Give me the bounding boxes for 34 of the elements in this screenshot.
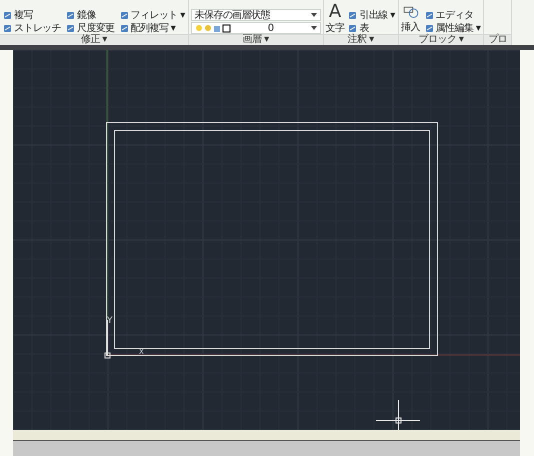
- caret-icon: [310, 13, 317, 17]
- layer-dropdown[interactable]: 0: [190, 22, 321, 34]
- ribbon-tool[interactable]: 複写: [2, 9, 62, 21]
- ribbon-tool[interactable]: 尺度変更: [65, 22, 116, 34]
- ribbon-tool[interactable]: 表: [347, 22, 396, 34]
- panel-title[interactable]: 画層 ▾: [188, 34, 323, 45]
- tool-icon: [120, 24, 129, 32]
- panel-title[interactable]: プロ: [484, 34, 512, 45]
- ribbon-tool[interactable]: 引出線 ▾: [347, 9, 396, 21]
- ribbon-tool[interactable]: 属性編集 ▾: [424, 22, 482, 34]
- crosshair-cursor: [376, 400, 420, 430]
- tool-icon: [120, 10, 129, 20]
- caret-icon: [310, 26, 317, 30]
- ribbon-tool[interactable]: 配列複写 ▾: [118, 22, 186, 34]
- tool-icon: [66, 24, 76, 32]
- ribbon-tool[interactable]: エディタ: [424, 9, 482, 21]
- ribbon-tool[interactable]: ストレッチ: [2, 22, 62, 34]
- tool-icon: [66, 10, 76, 20]
- panel-title[interactable]: 注釈 ▾: [324, 34, 398, 45]
- panel-title[interactable]: ブロック ▾: [398, 34, 484, 45]
- tool-icon: [348, 24, 358, 32]
- large-tool[interactable]: 挿入: [400, 3, 421, 34]
- layer-state-dropdown[interactable]: 未保存の画層状態: [190, 9, 321, 21]
- layer-status-icons: [194, 24, 231, 32]
- ribbon-tool[interactable]: フィレット ▾: [118, 9, 186, 21]
- ucs-y-label: Y: [107, 316, 112, 326]
- tool-icon: [424, 24, 434, 32]
- tool-icon: [424, 10, 434, 20]
- ribbon-tool[interactable]: 鏡像: [65, 9, 116, 21]
- tool-icon: [348, 10, 358, 20]
- tool-icon: [3, 10, 12, 20]
- tool-icon: [3, 24, 12, 32]
- panel-title[interactable]: 修正 ▾: [0, 34, 188, 45]
- large-tool[interactable]: A 文字: [326, 3, 344, 34]
